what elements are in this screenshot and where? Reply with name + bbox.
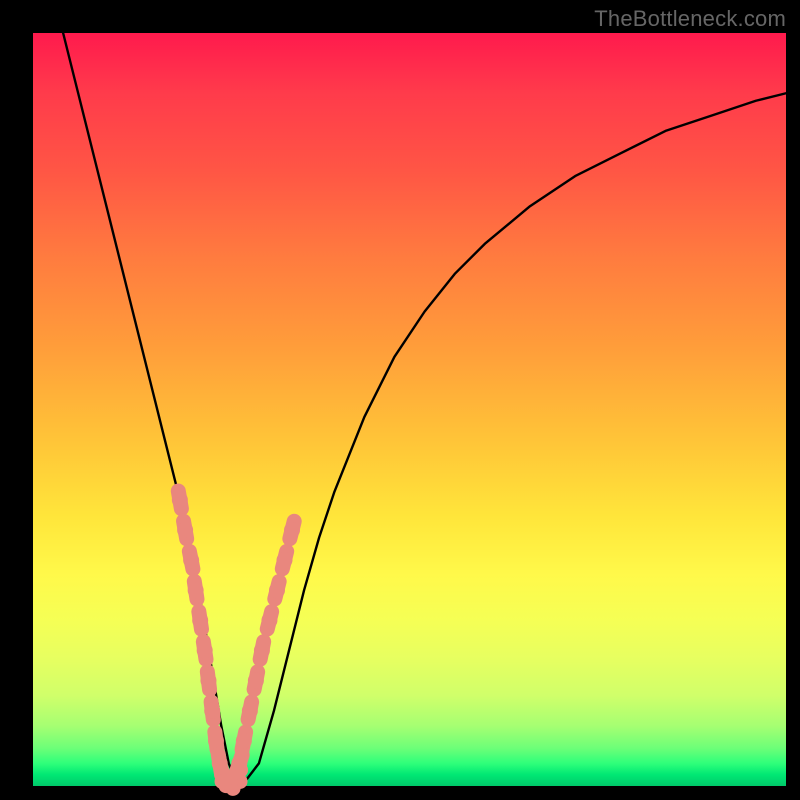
chart-overlay	[33, 33, 786, 786]
watermark-text: TheBottleneck.com	[594, 6, 786, 32]
chart-frame: TheBottleneck.com	[0, 0, 800, 800]
highlight-markers	[172, 491, 300, 789]
curve-line	[63, 33, 786, 783]
